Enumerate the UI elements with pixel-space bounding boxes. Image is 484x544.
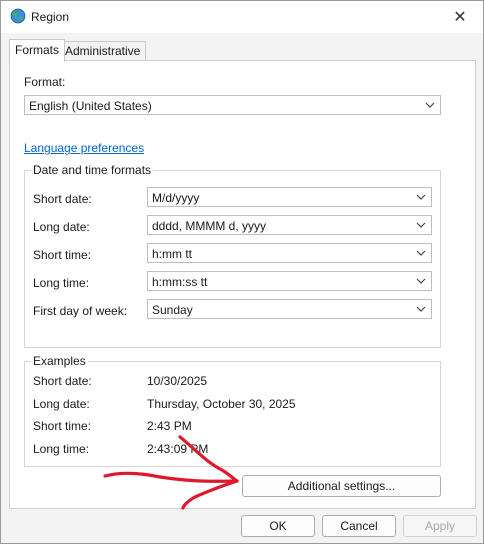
chevron-down-icon <box>425 102 435 108</box>
language-preferences-link[interactable]: Language preferences <box>24 141 144 155</box>
long-date-label: Long date: <box>33 220 90 234</box>
chevron-down-icon <box>416 250 426 256</box>
example-long-date-label: Long date: <box>33 397 90 411</box>
long-time-value: h:mm:ss tt <box>152 275 208 289</box>
example-short-time-value: 2:43 PM <box>147 419 192 433</box>
format-value: English (United States) <box>29 99 152 113</box>
short-date-select[interactable]: M/d/yyyy <box>147 187 432 207</box>
globe-icon <box>10 8 26 24</box>
example-short-date-value: 10/30/2025 <box>147 374 208 388</box>
chevron-down-icon <box>416 278 426 284</box>
example-short-date-label: Short date: <box>33 374 92 388</box>
formats-panel: Format: English (United States) Language… <box>9 60 476 509</box>
short-time-value: h:mm tt <box>152 247 193 261</box>
example-long-date-value: Thursday, October 30, 2025 <box>147 397 296 411</box>
long-date-select[interactable]: dddd, MMMM d, yyyy <box>147 215 432 235</box>
long-time-label: Long time: <box>33 276 90 290</box>
ok-button[interactable]: OK <box>241 515 315 537</box>
example-long-time-label: Long time: <box>33 442 90 456</box>
first-day-label: First day of week: <box>33 304 128 318</box>
long-date-value: dddd, MMMM d, yyyy <box>152 219 267 233</box>
format-select[interactable]: English (United States) <box>24 95 441 115</box>
window-title: Region <box>31 10 70 24</box>
short-date-label: Short date: <box>33 192 92 206</box>
chevron-down-icon <box>416 222 426 228</box>
examples-group: Examples Short date: 10/30/2025 Long dat… <box>24 354 441 467</box>
tab-administrative[interactable]: Administrative <box>59 41 147 61</box>
short-time-label: Short time: <box>33 248 92 262</box>
first-day-value: Sunday <box>152 303 193 317</box>
additional-settings-button[interactable]: Additional settings... <box>242 475 441 497</box>
close-button[interactable]: ✕ <box>437 1 483 33</box>
apply-button[interactable]: Apply <box>403 515 477 537</box>
tab-formats[interactable]: Formats <box>9 39 66 62</box>
first-day-select[interactable]: Sunday <box>147 299 432 319</box>
short-time-select[interactable]: h:mm tt <box>147 243 432 263</box>
example-short-time-label: Short time: <box>33 419 92 433</box>
region-dialog: Region ✕ Formats Administrative Format: … <box>0 0 484 544</box>
close-icon: ✕ <box>453 9 467 26</box>
datetime-formats-group: Date and time formats Short date: M/d/yy… <box>24 163 441 348</box>
cancel-button[interactable]: Cancel <box>322 515 396 537</box>
chevron-down-icon <box>416 306 426 312</box>
chevron-down-icon <box>416 194 426 200</box>
long-time-select[interactable]: h:mm:ss tt <box>147 271 432 291</box>
examples-group-title: Examples <box>31 354 88 368</box>
example-long-time-value: 2:43:09 PM <box>147 442 209 456</box>
datetime-group-title: Date and time formats <box>31 163 154 177</box>
title-bar: Region ✕ <box>1 1 483 33</box>
format-label: Format: <box>24 75 66 89</box>
short-date-value: M/d/yyyy <box>152 191 200 205</box>
